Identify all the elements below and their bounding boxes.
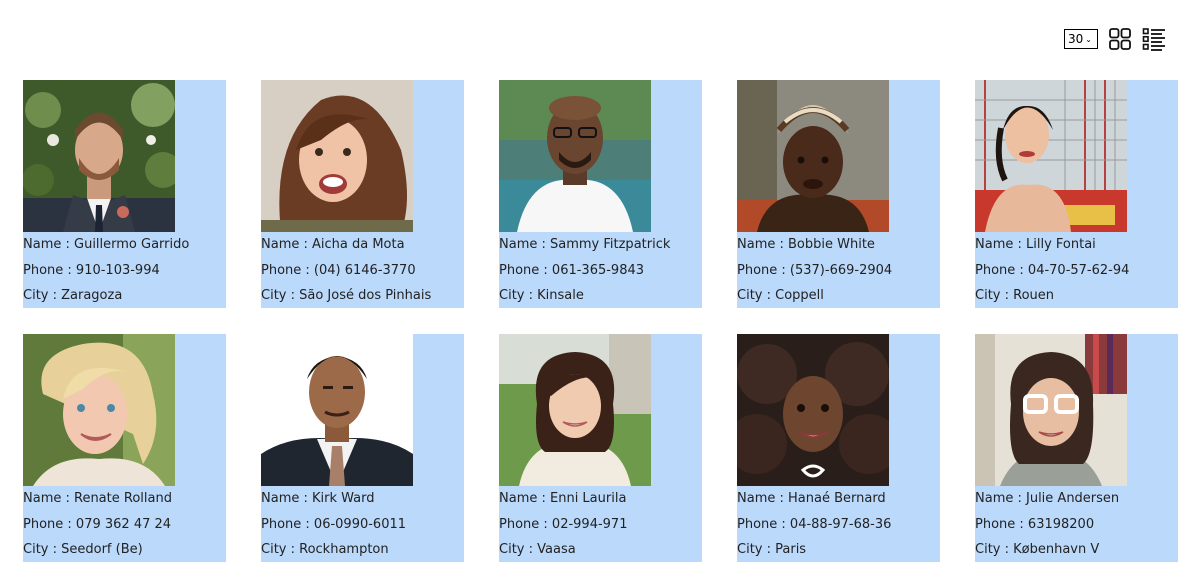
grid-view-icon [1109,28,1131,50]
avatar [261,334,413,486]
contact-phone: Phone : (04) 6146-3770 [261,262,416,278]
contact-card[interactable]: Name : Hanaé Bernard Phone : 04-88-97-68… [737,334,940,562]
avatar [23,80,175,232]
contact-card-grid: Name : Guillermo Garrido Phone : 910-103… [23,80,1178,562]
list-view-button[interactable] [1142,27,1166,51]
contact-phone: Phone : 910-103-994 [23,262,160,278]
contact-city: City : Kinsale [499,288,584,303]
contact-phone: Phone : 06-0990-6011 [261,516,407,532]
avatar [499,80,651,232]
contact-name: Name : Bobbie White [737,237,875,252]
contact-city: City : Paris [737,542,807,557]
contact-name: Name : Hanaé Bernard [737,491,886,506]
chevron-down-icon: ⌄ [1085,34,1092,44]
contact-name: Name : Julie Andersen [975,491,1120,506]
contact-name: Name : Kirk Ward [261,491,375,506]
contact-card[interactable]: Name : Bobbie White Phone : (537)-669-29… [737,80,940,308]
contact-city: City : Coppell [737,288,824,303]
contact-card[interactable]: Name : Lilly Fontai Phone : 04-70-57-62-… [975,80,1178,308]
contact-phone: Phone : 061-365-9843 [499,262,645,278]
contact-city: City : Seedorf (Be) [23,542,143,557]
avatar [261,80,413,232]
avatar [975,334,1127,486]
contact-card[interactable]: Name : Renate Rolland Phone : 079 362 47… [23,334,226,562]
contact-card[interactable]: Name : Sammy Fitzpatrick Phone : 061-365… [499,80,702,308]
contact-phone: Phone : 04-88-97-68-36 [737,516,892,532]
contact-city: City : København V [975,542,1100,557]
contact-card[interactable]: Name : Enni Laurila Phone : 02-994-971 C… [499,334,702,562]
grid-view-button[interactable] [1108,27,1132,51]
contact-city: City : Zaragoza [23,288,123,303]
page-size-select[interactable]: 30 ⌄ [1064,29,1098,49]
view-toolbar: 30 ⌄ [1064,27,1166,51]
avatar [975,80,1127,232]
contact-name: Name : Renate Rolland [23,491,172,506]
contact-phone: Phone : 04-70-57-62-94 [975,262,1130,278]
contact-card[interactable]: Name : Guillermo Garrido Phone : 910-103… [23,80,226,308]
contact-phone: Phone : (537)-669-2904 [737,262,893,278]
page-size-value: 30 [1068,32,1084,46]
contact-phone: Phone : 63198200 [975,516,1095,532]
avatar [23,334,175,486]
contact-card[interactable]: Name : Julie Andersen Phone : 63198200 C… [975,334,1178,562]
contact-city: City : Rouen [975,288,1055,303]
contact-city: City : Rockhampton [261,542,389,557]
contact-name: Name : Guillermo Garrido [23,237,190,252]
contact-card[interactable]: Name : Aicha da Mota Phone : (04) 6146-3… [261,80,464,308]
contact-card[interactable]: Name : Kirk Ward Phone : 06-0990-6011 Ci… [261,334,464,562]
avatar [737,334,889,486]
contact-name: Name : Aicha da Mota [261,237,405,252]
contact-phone: Phone : 02-994-971 [499,516,628,532]
contact-name: Name : Sammy Fitzpatrick [499,237,671,252]
avatar [499,334,651,486]
avatar [737,80,889,232]
contact-name: Name : Enni Laurila [499,491,627,506]
contact-city: City : Vaasa [499,542,576,557]
contact-name: Name : Lilly Fontai [975,237,1096,252]
contact-phone: Phone : 079 362 47 24 [23,516,172,532]
contact-city: City : São José dos Pinhais [261,288,432,303]
list-view-icon [1142,28,1165,51]
